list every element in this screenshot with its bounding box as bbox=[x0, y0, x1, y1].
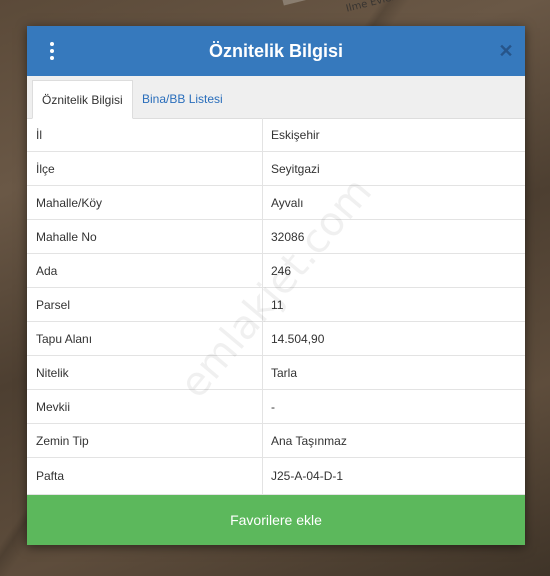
row-key: Parsel bbox=[36, 298, 71, 312]
column-divider bbox=[262, 390, 263, 424]
column-divider bbox=[262, 322, 263, 356]
table-row: Mahalle No 32086 bbox=[27, 220, 525, 254]
row-value: 14.504,90 bbox=[271, 332, 325, 346]
row-key: Pafta bbox=[36, 469, 65, 483]
table-row: İlçe Seyitgazi bbox=[27, 152, 525, 186]
column-divider bbox=[262, 424, 263, 458]
column-divider bbox=[262, 254, 263, 288]
table-row: Ada 246 bbox=[27, 254, 525, 288]
column-divider bbox=[262, 220, 263, 254]
add-to-favorites-button[interactable]: Favorilere ekle bbox=[27, 495, 525, 545]
row-value: 11 bbox=[271, 298, 284, 312]
tab-attribute-info[interactable]: Öznitelik Bilgisi bbox=[32, 80, 133, 119]
column-divider bbox=[262, 118, 263, 152]
attribute-table: İl Eskişehir İlçe Seyitgazi Mahalle/Köy … bbox=[27, 118, 525, 495]
row-key: İlçe bbox=[36, 162, 55, 176]
modal-header: Öznitelik Bilgisi ✕ bbox=[27, 26, 525, 76]
table-row: Nitelik Tarla bbox=[27, 356, 525, 390]
row-key: Tapu Alanı bbox=[36, 332, 93, 346]
row-key: İl bbox=[36, 128, 42, 142]
vertical-dots-menu-icon[interactable] bbox=[47, 42, 57, 60]
tab-bar: Öznitelik Bilgisi Bina/BB Listesi bbox=[27, 76, 525, 119]
row-value: - bbox=[271, 400, 275, 414]
table-row: Mevkii - bbox=[27, 390, 525, 424]
table-row: Zemin Tip Ana Taşınmaz bbox=[27, 424, 525, 458]
row-value: Seyitgazi bbox=[271, 162, 320, 176]
tab-building-list[interactable]: Bina/BB Listesi bbox=[133, 80, 232, 118]
row-value: 246 bbox=[271, 264, 292, 278]
row-value: 32086 bbox=[271, 230, 305, 244]
row-key: Mahalle No bbox=[36, 230, 97, 244]
row-key: Nitelik bbox=[36, 366, 69, 380]
row-key: Mevkii bbox=[36, 400, 71, 414]
table-row: Tapu Alanı 14.504,90 bbox=[27, 322, 525, 356]
column-divider bbox=[262, 356, 263, 390]
row-key: Zemin Tip bbox=[36, 434, 89, 448]
row-value: Tarla bbox=[271, 366, 298, 380]
modal-title: Öznitelik Bilgisi bbox=[208, 41, 344, 61]
row-key: Ada bbox=[36, 264, 58, 278]
row-value: Ana Taşınmaz bbox=[271, 434, 347, 448]
table-row: Pafta J25-A-04-D-1 bbox=[27, 458, 525, 495]
table-row: İl Eskişehir bbox=[27, 118, 525, 152]
table-row: Parsel 11 bbox=[27, 288, 525, 322]
column-divider bbox=[262, 186, 263, 220]
row-value: Ayvalı bbox=[271, 196, 304, 210]
column-divider bbox=[262, 152, 263, 186]
row-value: J25-A-04-D-1 bbox=[271, 469, 344, 483]
table-row: Mahalle/Köy Ayvalı bbox=[27, 186, 525, 220]
close-icon[interactable]: ✕ bbox=[497, 41, 515, 61]
column-divider bbox=[262, 458, 263, 495]
row-value: Eskişehir bbox=[271, 128, 320, 142]
row-key: Mahalle/Köy bbox=[36, 196, 103, 210]
column-divider bbox=[262, 288, 263, 322]
attribute-info-modal: Öznitelik Bilgisi ✕ Öznitelik Bilgisi Bi… bbox=[27, 26, 525, 545]
